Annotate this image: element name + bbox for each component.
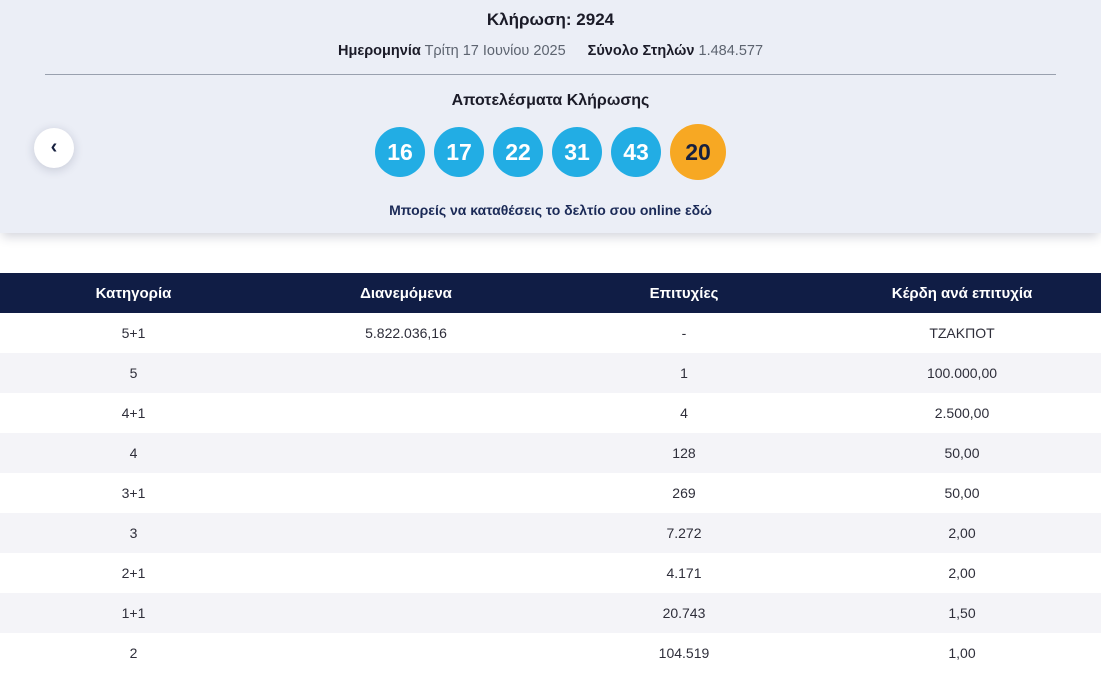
drawn-number-ball: 43	[611, 127, 661, 177]
dividend-cell	[267, 513, 545, 553]
prize-cell: 2,00	[948, 565, 976, 581]
dividend-cell	[267, 593, 545, 633]
draw-hero-section: Κλήρωση: 2924 Ημερομηνία Τρίτη 17 Ιουνίο…	[0, 0, 1101, 233]
dividend-cell	[267, 393, 545, 433]
draw-title: Κλήρωση: 2924	[486, 10, 615, 29]
category-cell: 4	[129, 445, 138, 461]
columns-value: 1.484.577	[698, 43, 764, 59]
dividend-cell	[267, 553, 545, 593]
drawn-number-ball: 16	[375, 127, 425, 177]
dividend-cell	[267, 353, 545, 393]
category-cell: 5	[129, 365, 138, 381]
drawn-numbers: 16 17 22 31 43 20	[0, 123, 1101, 181]
dividend-cell	[267, 433, 545, 473]
table-row: 5+1 5.822.036,16 - ΤΖΑΚΠΟΤ	[0, 313, 1101, 353]
drawn-number-ball: 17	[434, 127, 484, 177]
category-cell: 1+1	[121, 605, 146, 621]
winners-cell: 104.519	[658, 645, 710, 661]
column-header-prize: Κέρδη ανά επιτυχία	[822, 273, 1101, 313]
date-value: Τρίτη 17 Ιουνίου 2025	[424, 43, 566, 59]
winners-cell: 20.743	[662, 605, 706, 621]
table-row: 4+1 4 2.500,00	[0, 393, 1101, 433]
category-cell: 2+1	[121, 565, 146, 581]
winners-cell: -	[681, 325, 687, 341]
winners-cell: 269	[672, 485, 696, 501]
table-row: 2 104.519 1,00	[0, 633, 1101, 673]
chevron-left-icon: ‹	[50, 136, 58, 158]
column-header-dividend: Διανεμόμενα	[266, 273, 545, 313]
table-row: 5 1 100.000,00	[0, 353, 1101, 393]
prize-cell: 2,00	[948, 525, 976, 541]
table-row: 3 7.272 2,00	[0, 513, 1101, 553]
winners-cell: 1	[680, 365, 688, 381]
table-row: 1+1 20.743 1,50	[0, 593, 1101, 633]
category-cell: 5+1	[121, 325, 146, 341]
columns-label: Σύνολο Στηλών	[587, 43, 695, 59]
category-cell: 2	[129, 645, 138, 661]
previous-draw-button[interactable]: ‹	[34, 128, 74, 168]
prize-cell: 50,00	[944, 485, 980, 501]
bonus-number-ball: 20	[670, 124, 726, 180]
total-columns: Σύνολο Στηλών 1.484.577	[588, 43, 763, 59]
winners-cell: 4	[680, 405, 688, 421]
hero-divider	[45, 74, 1056, 75]
table-row: 4 128 50,00	[0, 433, 1101, 473]
category-cell: 3+1	[121, 485, 146, 501]
table-header-row: Κατηγορία Διανεμόμενα Επιτυχίες Κέρδη αν…	[0, 273, 1101, 313]
date-label: Ημερομηνία	[337, 43, 421, 59]
draw-meta: Ημερομηνία Τρίτη 17 Ιουνίου 2025 Σύνολο Σ…	[0, 43, 1101, 59]
dividend-cell: 5.822.036,16	[365, 325, 447, 341]
prize-cell: 1,50	[948, 605, 976, 621]
prize-cell: ΤΖΑΚΠΟΤ	[929, 325, 995, 341]
drawn-number-ball: 22	[493, 127, 543, 177]
category-cell: 3	[129, 525, 138, 541]
column-header-winners: Επιτυχίες	[544, 273, 823, 313]
results-title: Αποτελέσματα Κλήρωσης	[451, 92, 650, 109]
winners-cell: 128	[672, 445, 696, 461]
table-row: 2+1 4.171 2,00	[0, 553, 1101, 593]
dividend-cell	[267, 633, 545, 673]
winners-cell: 7.272	[666, 525, 702, 541]
prize-cell: 1,00	[948, 645, 976, 661]
deposit-online-link[interactable]: Μπορείς να καταθέσεις το δελτίο σου onli…	[389, 202, 712, 218]
column-header-category: Κατηγορία	[0, 273, 267, 313]
prize-cell: 100.000,00	[926, 365, 998, 381]
draw-date: Ημερομηνία Τρίτη 17 Ιουνίου 2025	[338, 43, 566, 59]
prize-cell: 2.500,00	[934, 405, 990, 421]
winnings-table: Κατηγορία Διανεμόμενα Επιτυχίες Κέρδη αν…	[0, 273, 1101, 673]
drawn-number-ball: 31	[552, 127, 602, 177]
dividend-cell	[267, 473, 545, 513]
category-cell: 4+1	[121, 405, 146, 421]
winners-cell: 4.171	[666, 565, 702, 581]
table-row: 3+1 269 50,00	[0, 473, 1101, 513]
prize-cell: 50,00	[944, 445, 980, 461]
